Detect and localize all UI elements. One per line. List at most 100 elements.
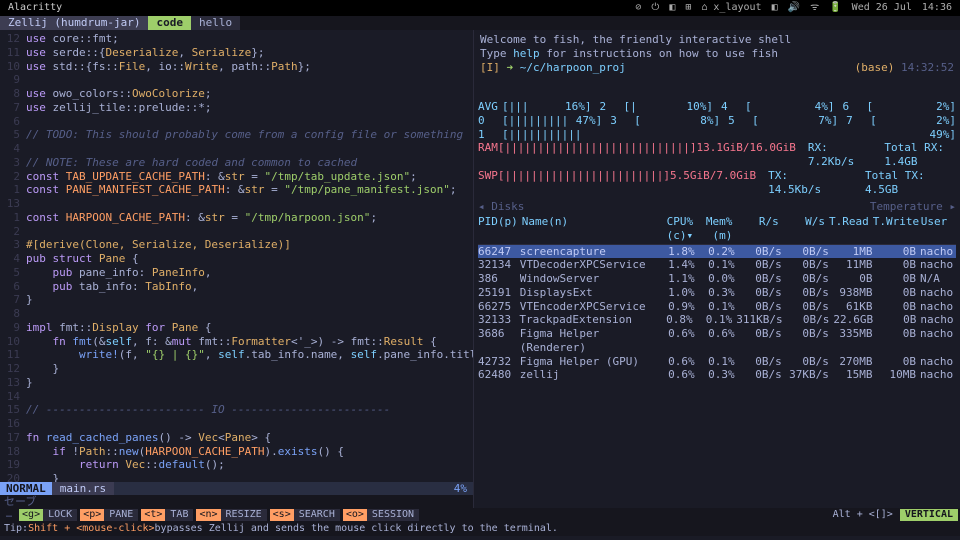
code-line: 10 fn fmt(&self, f: &mut fmt::Formatter<… xyxy=(0,335,473,349)
mode-resize[interactable]: <n>RESIZE xyxy=(196,509,266,522)
alt-hint: Alt + <[]> xyxy=(829,509,897,522)
zellij-tipbar: Tip: Shift + <mouse-click> bypasses Zell… xyxy=(0,522,960,536)
tray-item[interactable]: ◧ xyxy=(669,2,675,15)
code-line: 2 xyxy=(0,225,473,239)
tab-hello[interactable]: hello xyxy=(191,16,240,30)
code-line: 6 xyxy=(0,115,473,129)
mode-pane[interactable]: <p>PANE xyxy=(80,509,138,522)
process-row[interactable]: 66247screencapture1.8%0.2%0B/s0B/s1MB0Bn… xyxy=(478,245,956,259)
menubar-tray: ⊘ ⏻ ◧ ⊞ ⌂ x_layout ◧ 🔊 ᯤ 🔋 Wed 26 Jul 14:36 xyxy=(635,2,952,15)
code-line: 4 xyxy=(0,142,473,156)
tray-item[interactable]: ⊘ xyxy=(635,2,641,15)
vim-mode: NORMAL xyxy=(0,482,52,495)
tray-item[interactable]: 14:36 xyxy=(922,2,952,15)
code-line: 8use owo_colors::OwoColorize; xyxy=(0,87,473,101)
code-line: 12use core::fmt; xyxy=(0,32,473,46)
process-row[interactable]: 66275VTEncoderXPCService0.9%0.1%0B/s0B/s… xyxy=(478,300,956,314)
shell-pane[interactable]: Welcome to fish, the friendly interactiv… xyxy=(474,30,960,100)
process-row[interactable]: 25191DisplaysExt1.0%0.3%0B/s0B/s938MB0Bn… xyxy=(478,286,956,300)
temp-label[interactable]: Temperature ▸ xyxy=(870,200,956,214)
vim-cmdline: セーブ xyxy=(0,495,473,508)
vim-statusline: NORMAL main.rs 4% xyxy=(0,482,473,495)
split-vertical[interactable]: VERTICAL xyxy=(900,509,958,522)
net-tx: TX: 14.5Kb/s xyxy=(768,169,841,197)
tray-item[interactable]: ◧ xyxy=(772,2,778,15)
code-line: 15// ------------------------ IO -------… xyxy=(0,403,473,417)
btm-pane[interactable]: AVG[|||16%]2[|10%]4[4%]6[2%]0[|||||||||4… xyxy=(474,100,960,508)
code-buffer: 12use core::fmt;11use serde::{Deserializ… xyxy=(0,30,473,508)
process-row[interactable]: 32133TrackpadExtension0.8%0.1%311KB/s0B/… xyxy=(478,313,956,327)
prompt-mode: [I] xyxy=(480,61,500,75)
code-line: 9 xyxy=(0,73,473,87)
conda-env: (base) xyxy=(855,61,895,75)
code-line: 2const TAB_UPDATE_CACHE_PATH: &str = "/t… xyxy=(0,170,473,184)
code-line: 17fn read_cached_panes() -> Vec<Pane> { xyxy=(0,431,473,445)
code-line: 16 xyxy=(0,417,473,431)
tray-item[interactable]: ⌂ x_layout xyxy=(701,2,761,15)
editor-pane[interactable]: 12use core::fmt;11use serde::{Deserializ… xyxy=(0,30,474,508)
prompt-path: ~/c/harpoon_proj xyxy=(520,61,626,75)
code-line: 13 xyxy=(0,197,473,211)
net-rx: RX: 7.2Kb/s xyxy=(808,141,861,169)
code-line: 12 } xyxy=(0,362,473,376)
code-line: 18 if !Path::new(HARPOON_CACHE_PATH).exi… xyxy=(0,445,473,459)
code-line: 11use serde::{Deserialize, Serialize}; xyxy=(0,46,473,60)
macos-menubar: Alacritty ⊘ ⏻ ◧ ⊞ ⌂ x_layout ◧ 🔊 ᯤ 🔋 Wed 26 Jul 14… xyxy=(0,0,960,16)
code-line: 1const PANE_MANIFEST_CACHE_PATH: &str = … xyxy=(0,183,473,197)
swap-meter: SWP[||||||||||||||||||||||||]5.5GiB/7.0G… xyxy=(478,169,756,197)
process-row[interactable]: 386WindowServer1.1%0.0%0B/s0B/s0B0BN/A xyxy=(478,272,956,286)
process-header[interactable]: PID(p) Name(n) CPU%(c)▾ Mem%(m) R/s W/s … xyxy=(478,214,956,245)
code-line: 13} xyxy=(0,376,473,390)
code-line: 6 pub tab_info: TabInfo, xyxy=(0,280,473,294)
tab-code[interactable]: code xyxy=(148,16,191,30)
cpu-meter: 3[8%] xyxy=(610,114,720,128)
mode-session[interactable]: <o>SESSION xyxy=(343,509,419,522)
prompt-time: 14:32:52 xyxy=(901,61,954,75)
zellij-tabbar[interactable]: Zellij (humdrum-jar) code hello xyxy=(0,16,960,30)
tray-item[interactable]: 🔋 xyxy=(829,2,841,15)
code-line: 10use std::{fs::File, io::Write, path::P… xyxy=(0,60,473,74)
cpu-meter: 0[|||||||||47%] xyxy=(478,114,602,128)
net-total-tx: Total TX: 4.5GB xyxy=(865,169,956,197)
tray-item[interactable]: Wed 26 Jul xyxy=(852,2,912,15)
process-row[interactable]: 3686Figma Helper (Renderer)0.6%0.6%0B/s0… xyxy=(478,327,956,355)
code-line: 7} xyxy=(0,293,473,307)
mode-lock[interactable]: <g>LOCK xyxy=(19,509,77,522)
code-line: 7use zellij_tile::prelude::*; xyxy=(0,101,473,115)
process-row[interactable]: 42732Figma Helper (GPU)0.6%0.1%0B/s0B/s2… xyxy=(478,355,956,369)
session-name: Zellij (humdrum-jar) xyxy=(0,16,148,30)
net-total-rx: Total RX: 1.4GB xyxy=(884,141,956,169)
disks-label[interactable]: ◂ Disks xyxy=(478,200,524,214)
prompt-arrow: ➜ xyxy=(507,61,514,75)
cpu-meter: 7[2%] xyxy=(846,114,956,128)
mode-tab[interactable]: <t>TAB xyxy=(141,509,193,522)
process-table[interactable]: 66247screencapture1.8%0.2%0B/s0B/s1MB0Bn… xyxy=(478,245,956,383)
cpu-meters: AVG[|||16%]2[|10%]4[4%]6[2%]0[|||||||||4… xyxy=(478,100,956,141)
tray-item[interactable]: ⊞ xyxy=(685,2,691,15)
code-line: 5// TODO: This should probably come from… xyxy=(0,128,473,142)
tray-item[interactable]: ᯤ xyxy=(810,2,819,15)
vim-filename: main.rs xyxy=(52,482,114,495)
cpu-meter: 1[|||||||||||49%] xyxy=(478,128,956,142)
code-line: 19 return Vec::default(); xyxy=(0,458,473,472)
process-row[interactable]: 62480zellij0.6%0.3%0B/s37KB/s15MB10MBnac… xyxy=(478,368,956,382)
code-line: 5 pub pane_info: PaneInfo, xyxy=(0,266,473,280)
mode-search[interactable]: <s>SEARCH xyxy=(270,509,340,522)
app-title: Alacritty xyxy=(8,2,62,15)
code-line: 9impl fmt::Display for Pane { xyxy=(0,321,473,335)
tray-item[interactable]: ⏻ xyxy=(651,2,659,15)
cpu-meter: AVG[|||16%] xyxy=(478,100,592,114)
code-line: 8 xyxy=(0,307,473,321)
cpu-meter: 4[4%] xyxy=(721,100,835,114)
cpu-meter: 6[2%] xyxy=(843,100,957,114)
code-line: 3#[derive(Clone, Serialize, Deserialize)… xyxy=(0,238,473,252)
code-line: 14 xyxy=(0,390,473,404)
vim-percent: 4% xyxy=(448,482,473,495)
code-line: 1const HARPOON_CACHE_PATH: &str = "/tmp/… xyxy=(0,211,473,225)
process-row[interactable]: 32134VTDecoderXPCService1.4%0.1%0B/s0B/s… xyxy=(478,258,956,272)
tray-item[interactable]: 🔊 xyxy=(788,2,800,15)
cpu-meter: 5[7%] xyxy=(728,114,838,128)
ram-meter: RAM[||||||||||||||||||||||||||||]13.1GiB… xyxy=(478,141,796,169)
code-line: 11 write!(f, "{} | {}", self.tab_info.na… xyxy=(0,348,473,362)
zellij-modebar[interactable]: … <g>LOCK<p>PANE<t>TAB<n>RESIZE<s>SEARCH… xyxy=(0,508,960,522)
